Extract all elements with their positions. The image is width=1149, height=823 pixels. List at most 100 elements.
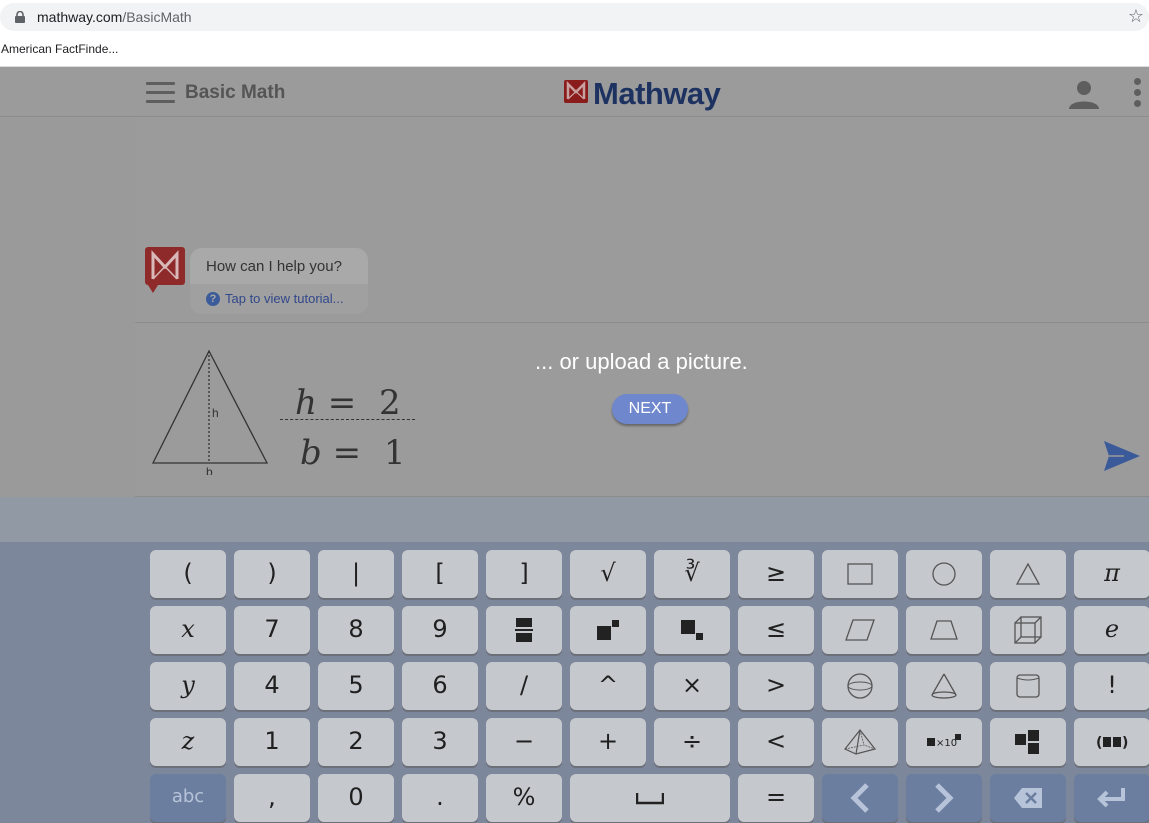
sphere-key[interactable] <box>822 662 898 710</box>
next-button[interactable]: NEXT <box>612 394 688 424</box>
abs-key[interactable]: | <box>318 550 394 598</box>
digit-2-key[interactable]: 2 <box>318 718 394 766</box>
key-label: ^ <box>597 671 619 699</box>
abc-key[interactable]: abc <box>150 774 226 822</box>
digit-9-key[interactable]: 9 <box>402 606 478 654</box>
caret-key[interactable]: ^ <box>570 662 646 710</box>
math-keypad: () | [] √ ∛ ≥ π x 7 8 9 ≤ e y 4 5 6 / ^ × >! z 1 2 3 − + ÷ < ×10 () abc… <box>0 542 1149 823</box>
subscript-key[interactable] <box>654 606 730 654</box>
key-label: < <box>765 727 787 755</box>
key-label: 4 <box>264 671 280 699</box>
key-label: ∛ <box>684 559 700 587</box>
bookmark-star-icon[interactable]: ☆ <box>1128 6 1144 27</box>
app-header: Basic Math Mathway <box>0 67 1149 117</box>
key-label: ! <box>1107 671 1117 699</box>
enter-key[interactable] <box>1074 774 1149 822</box>
circle-key[interactable] <box>906 550 982 598</box>
tutorial-link-text[interactable]: Tap to view tutorial... <box>225 291 344 306</box>
space-key[interactable] <box>570 774 730 822</box>
parallelogram-icon <box>845 619 875 641</box>
factorial-key[interactable]: ! <box>1074 662 1149 710</box>
subject-title[interactable]: Basic Math <box>185 82 285 104</box>
close-bracket-key[interactable]: ] <box>486 550 562 598</box>
open-bracket-key[interactable]: [ <box>402 550 478 598</box>
key-label: 8 <box>348 615 364 643</box>
left-arrow-key[interactable] <box>822 774 898 822</box>
user-account-icon[interactable] <box>1068 79 1100 109</box>
slash-key[interactable]: / <box>486 662 562 710</box>
parallelogram-key[interactable] <box>822 606 898 654</box>
plus-key[interactable]: + <box>570 718 646 766</box>
svg-text:): ) <box>1122 735 1128 750</box>
cube-key[interactable] <box>990 606 1066 654</box>
x-key[interactable]: x <box>150 606 226 654</box>
digit-1-key[interactable]: 1 <box>234 718 310 766</box>
matrix-key[interactable] <box>990 718 1066 766</box>
mathway-bot-avatar-icon <box>145 247 185 293</box>
fraction-key[interactable] <box>486 606 562 654</box>
square-icon <box>847 563 873 585</box>
interval-icon: () <box>1096 735 1128 750</box>
bookmark-item[interactable]: American FactFinde... <box>1 42 118 56</box>
digit-4-key[interactable]: 4 <box>234 662 310 710</box>
triangle-key[interactable] <box>990 550 1066 598</box>
digit-7-key[interactable]: 7 <box>234 606 310 654</box>
space-icon <box>636 793 664 805</box>
tutorial-link[interactable]: ? Tap to view tutorial... <box>190 284 368 314</box>
key-label: − <box>513 727 535 755</box>
digit-3-key[interactable]: 3 <box>402 718 478 766</box>
digit-8-key[interactable]: 8 <box>318 606 394 654</box>
key-label: 9 <box>432 615 448 643</box>
hamburger-menu-icon[interactable] <box>146 82 175 104</box>
y-key[interactable]: y <box>150 662 226 710</box>
superscript-key[interactable] <box>570 606 646 654</box>
url-box[interactable]: mathway.com/BasicMath ☆ <box>0 3 1149 31</box>
digit-5-key[interactable]: 5 <box>318 662 394 710</box>
geq-key[interactable]: ≥ <box>738 550 814 598</box>
key-label: 5 <box>348 671 364 699</box>
interval-key[interactable]: () <box>1074 718 1149 766</box>
scientific-notation-key[interactable]: ×10 <box>906 718 982 766</box>
e-key[interactable]: e <box>1074 606 1149 654</box>
send-icon[interactable] <box>1104 441 1140 471</box>
formula-row-b: b = 1 <box>300 433 406 473</box>
square-key[interactable] <box>822 550 898 598</box>
digit-6-key[interactable]: 6 <box>402 662 478 710</box>
key-label: % <box>512 783 536 811</box>
pi-key[interactable]: π <box>1074 550 1149 598</box>
key-label: 7 <box>264 615 280 643</box>
z-key[interactable]: z <box>150 718 226 766</box>
key-label: / <box>519 671 529 699</box>
times-key[interactable]: × <box>654 662 730 710</box>
cylinder-key[interactable] <box>990 662 1066 710</box>
comma-key[interactable]: , <box>234 774 310 822</box>
key-label: 3 <box>432 727 448 755</box>
close-paren-key[interactable]: ) <box>234 550 310 598</box>
trapezoid-key[interactable] <box>906 606 982 654</box>
formula-equals: = <box>332 433 362 473</box>
superscript-icon <box>597 620 619 640</box>
scientific-notation-icon: ×10 <box>927 734 961 749</box>
more-options-icon[interactable] <box>1134 78 1144 108</box>
pyramid-icon <box>844 729 876 755</box>
chat-bubble: How can I help you? ? Tap to view tutori… <box>190 248 368 314</box>
backspace-key[interactable] <box>990 774 1066 822</box>
cone-key[interactable] <box>906 662 982 710</box>
open-paren-key[interactable]: ( <box>150 550 226 598</box>
minus-key[interactable]: − <box>486 718 562 766</box>
gt-key[interactable]: > <box>738 662 814 710</box>
pyramid-key[interactable] <box>822 718 898 766</box>
leq-key[interactable]: ≤ <box>738 606 814 654</box>
divide-key[interactable]: ÷ <box>654 718 730 766</box>
nth-root-key[interactable]: ∛ <box>654 550 730 598</box>
lt-key[interactable]: < <box>738 718 814 766</box>
sqrt-key[interactable]: √ <box>570 550 646 598</box>
right-arrow-key[interactable] <box>906 774 982 822</box>
equals-key[interactable]: = <box>738 774 814 822</box>
url-text[interactable]: mathway.com/BasicMath <box>37 9 192 25</box>
decimal-key[interactable]: . <box>402 774 478 822</box>
key-label: = <box>765 783 787 811</box>
percent-key[interactable]: % <box>486 774 562 822</box>
digit-0-key[interactable]: 0 <box>318 774 394 822</box>
key-label: . <box>436 783 444 811</box>
